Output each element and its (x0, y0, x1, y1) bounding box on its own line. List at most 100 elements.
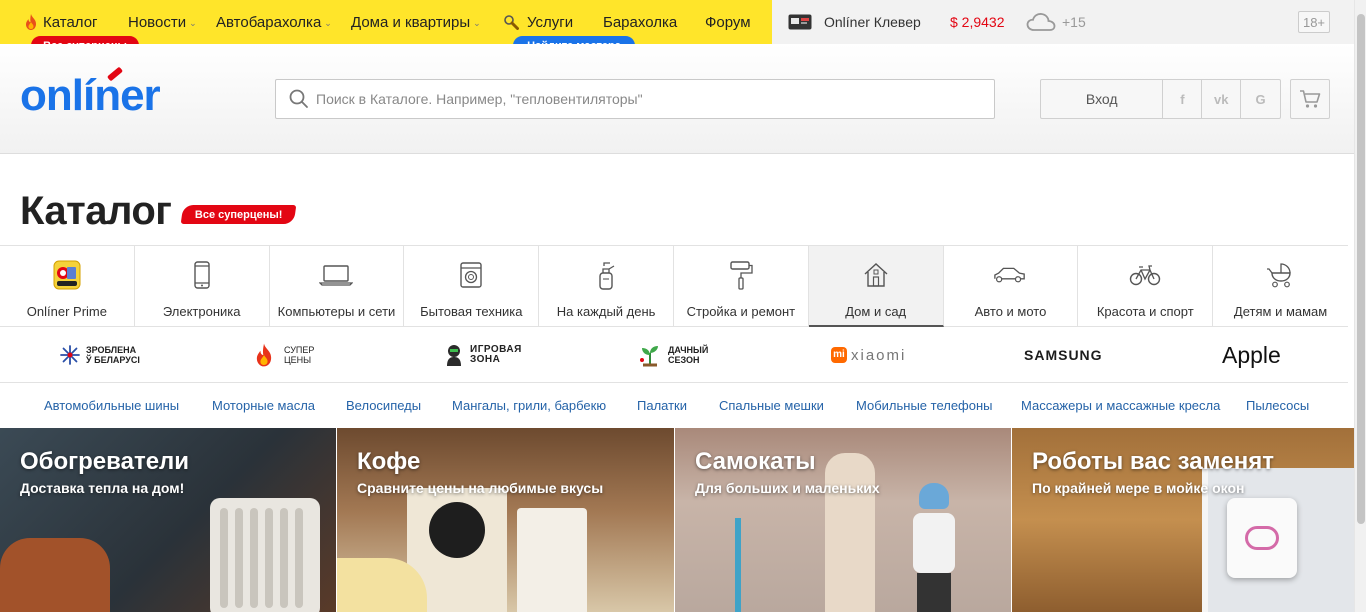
quick-link[interactable]: Мобильные телефоны (856, 398, 993, 413)
quick-link[interactable]: Массажеры и массажные кресла (1021, 398, 1220, 413)
login-panel: Вход f vk G (1040, 79, 1281, 119)
weather-widget[interactable]: +15 (1026, 0, 1086, 44)
nav-auto-market[interactable]: Автобарахолка ⌄ (216, 0, 332, 44)
adult-image (825, 453, 875, 612)
catalog-search[interactable] (275, 79, 995, 119)
phone-icon (185, 260, 219, 290)
currency-rate[interactable]: $ 2,9432 (950, 0, 1005, 44)
facebook-login-button[interactable]: f (1163, 80, 1203, 118)
brand-xiaomi[interactable]: mi xiaomi (831, 327, 906, 383)
roller-icon (724, 260, 758, 290)
promo-scooters[interactable]: Самокаты Для больших и маленьких (675, 428, 1011, 612)
gamer-icon (447, 345, 461, 366)
brand-xiaomi-label: xiaomi (851, 346, 907, 364)
all-superprices-label: Все суперцены! (194, 208, 283, 221)
category-kids[interactable]: Детям и мамам (1213, 246, 1348, 327)
nav-news-label: Новости (128, 13, 187, 31)
chevron-down-icon: ⌄ (324, 17, 332, 28)
washer-icon (454, 260, 488, 290)
brand-text-line: ЗОНА (470, 354, 501, 365)
brand-text-line: ЗРОБЛЕНА (86, 345, 137, 355)
category-label: Бытовая техника (420, 304, 523, 319)
category-label: На каждый день (556, 304, 656, 319)
brand-text-line: ДАЧНЫЙ (668, 345, 709, 355)
brand-gaming-zone[interactable]: ИГРОВАЯ ЗОНА (444, 327, 522, 383)
category-onliner-prime[interactable]: Onlíner Prime (0, 246, 135, 327)
brand-text-line: СУПЕР (284, 345, 315, 355)
facebook-icon: f (1180, 91, 1185, 107)
category-computers[interactable]: Компьютеры и сети (270, 246, 405, 327)
promo-subtitle: Для больших и маленьких (695, 480, 880, 496)
promo-heaters[interactable]: Обогреватели Доставка тепла на дом! (0, 428, 336, 612)
prime-icon (50, 260, 84, 290)
category-label: Компьютеры и сети (277, 304, 396, 319)
category-construction[interactable]: Стройка и ремонт (674, 246, 809, 327)
category-appliances[interactable]: Бытовая техника (404, 246, 540, 327)
brand-samsung[interactable]: SAMSUNG (1024, 327, 1103, 383)
nav-flea-market-label: Барахолка (603, 13, 678, 31)
google-icon: G (1255, 91, 1266, 107)
category-label: Дом и сад (845, 304, 907, 319)
coffee-bag-image-2 (517, 508, 587, 612)
nav-forum[interactable]: Форум (705, 0, 751, 44)
scooter-image (735, 518, 741, 612)
page-scrollbar[interactable] (1354, 0, 1366, 612)
page-title: Каталог (20, 189, 172, 233)
quick-link[interactable]: Мангалы, грили, барбекю (452, 398, 606, 413)
category-everyday[interactable]: На каждый день (539, 246, 674, 327)
nav-services-label: Услуги (527, 13, 574, 31)
brand-strip: ЗРОБЛЕНА Ў БЕЛАРУСІ СУПЕР ЦЕНЫ ИГРОВАЯ ЗОНА… (0, 327, 1348, 383)
brand-apple-label: Apple (1222, 341, 1281, 368)
promo-coffee[interactable]: Кофе Сравните цены на любимые вкусы (337, 428, 674, 612)
category-label: Электроника (162, 304, 241, 319)
laptop-icon (319, 260, 354, 290)
category-electronics[interactable]: Электроника (135, 246, 270, 327)
clever-link[interactable]: Onlíner Клевер (788, 0, 921, 44)
age-rating-badge: 18+ (1298, 11, 1330, 33)
nav-realty-label: Дома и квартиры (351, 13, 471, 31)
search-input[interactable] (316, 91, 956, 107)
quick-link[interactable]: Велосипеды (346, 398, 421, 413)
cart-button[interactable] (1290, 79, 1330, 119)
chair-image (0, 538, 110, 612)
clever-label: Onlíner Клевер (824, 14, 921, 30)
brand-made-in-belarus[interactable]: ЗРОБЛЕНА Ў БЕЛАРУСІ (60, 327, 140, 383)
onliner-logo[interactable]: onlíner (20, 74, 161, 118)
quick-link[interactable]: Пылесосы (1246, 398, 1309, 413)
stroller-icon (1264, 260, 1298, 290)
category-label: Красота и спорт (1096, 304, 1194, 319)
cloud-icon (1026, 13, 1056, 31)
quick-links: Автомобильные шины Моторные масла Велоси… (0, 384, 1348, 428)
wrench-icon (504, 14, 519, 30)
quick-link[interactable]: Спальные мешки (719, 398, 824, 413)
promo-subtitle: Сравните цены на любимые вкусы (357, 480, 604, 496)
quick-link[interactable]: Автомобильные шины (44, 398, 179, 413)
category-auto-moto[interactable]: Авто и мото (944, 246, 1079, 327)
category-label: Детям и мамам (1233, 304, 1328, 319)
cart-icon (1300, 90, 1321, 108)
promo-subtitle: По крайней мере в мойке окон (1032, 480, 1245, 496)
brand-dacha-season[interactable]: ДАЧНЫЙ СЕЗОН (638, 327, 708, 383)
promo-robots[interactable]: Роботы вас заменят По крайней мере в мой… (1012, 428, 1354, 612)
fire-icon (256, 343, 272, 367)
sprout-icon (640, 346, 658, 367)
google-login-button[interactable]: G (1241, 80, 1280, 118)
login-button[interactable]: Вход (1041, 80, 1164, 118)
brand-superprice[interactable]: СУПЕР ЦЕНЫ (254, 327, 314, 383)
vk-login-button[interactable]: vk (1202, 80, 1242, 118)
nav-forum-label: Форум (705, 13, 751, 31)
scrollbar-thumb[interactable] (1357, 14, 1365, 524)
quick-link[interactable]: Палатки (637, 398, 687, 413)
brand-apple[interactable]: Apple (1222, 327, 1281, 383)
brand-text-line: ЦЕНЫ (284, 355, 312, 365)
nav-news[interactable]: Новости ⌄ (128, 0, 197, 44)
category-label: Авто и мото (974, 304, 1047, 319)
quick-link[interactable]: Моторные масла (212, 398, 315, 413)
all-superprices-badge[interactable]: Все суперцены! (180, 205, 297, 224)
category-home-garden[interactable]: Дом и сад (808, 246, 944, 327)
window-robot-image (1227, 498, 1297, 578)
nav-auto-market-label: Автобарахолка (216, 13, 322, 31)
category-beauty-sport[interactable]: Красота и спорт (1078, 246, 1214, 327)
nav-realty[interactable]: Дома и квартиры ⌄ (351, 0, 481, 44)
site-header: onlíner Вход f vk G (0, 44, 1354, 154)
